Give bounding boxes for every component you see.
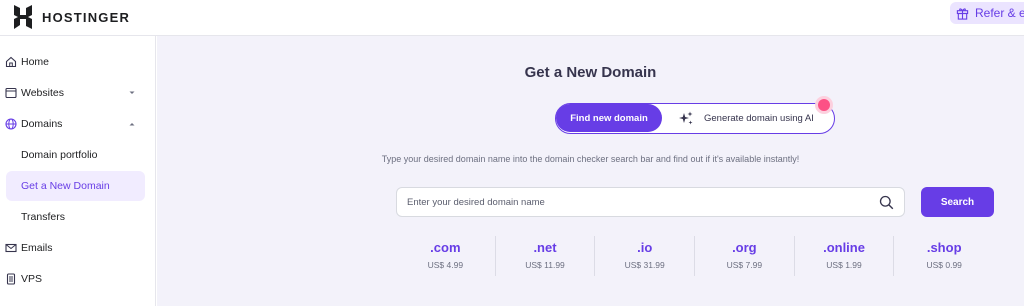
tld-price: US$ 31.99 <box>624 260 665 270</box>
sidebar-item-label: Emails <box>21 242 53 254</box>
tld-name: .online <box>823 240 865 255</box>
sidebar-item-label: Transfers <box>21 211 65 223</box>
gift-icon <box>956 7 969 20</box>
sidebar-item-label: Websites <box>21 87 64 99</box>
tld-price: US$ 1.99 <box>826 260 862 270</box>
sidebar-item-domain-portfolio[interactable]: Domain portfolio <box>0 140 150 170</box>
domain-search-input[interactable] <box>397 188 867 216</box>
mail-icon <box>5 243 17 253</box>
notification-dot <box>818 99 830 111</box>
tld-item[interactable]: .shop US$ 0.99 <box>894 236 994 276</box>
generate-domain-ai-label: Generate domain using AI <box>704 112 814 124</box>
find-new-domain-tab[interactable]: Find new domain <box>556 104 662 132</box>
brand-name: HOSTINGER <box>42 9 131 25</box>
hostinger-logo-icon <box>14 5 32 29</box>
globe-icon <box>5 118 17 130</box>
sidebar-item-emails[interactable]: Emails <box>0 233 150 263</box>
sidebar-item-label: Domains <box>21 118 63 130</box>
top-bar: HOSTINGER Refer & earn <box>0 0 1024 36</box>
tld-item[interactable]: .org US$ 7.99 <box>695 236 795 276</box>
sidebar-item-transfers[interactable]: Transfers <box>0 202 150 232</box>
sidebar-item-home[interactable]: Home <box>0 47 150 77</box>
tld-item[interactable]: .net US$ 11.99 <box>496 236 596 276</box>
tld-item[interactable]: .com US$ 4.99 <box>396 236 496 276</box>
tld-price: US$ 0.99 <box>926 260 962 270</box>
sidebar-item-domains[interactable]: Domains <box>0 109 150 139</box>
search-icon[interactable] <box>879 195 894 210</box>
page-title: Get a New Domain <box>524 64 657 81</box>
sidebar-item-get-new-domain[interactable]: Get a New Domain <box>6 171 145 201</box>
page-subtitle: Type your desired domain name into the d… <box>381 154 800 164</box>
tld-price: US$ 7.99 <box>726 260 763 270</box>
chevron-up-icon <box>129 123 135 126</box>
refer-and-earn-button[interactable]: Refer & earn <box>950 2 1024 24</box>
tld-name: .org <box>732 240 757 255</box>
sparkles-icon <box>679 111 693 125</box>
sidebar-item-label: Domain portfolio <box>21 149 98 161</box>
hostinger-logo[interactable]: HOSTINGER <box>12 5 130 29</box>
sidebar: Home Websites Domains Domain portfolio G… <box>0 36 156 306</box>
tld-price: US$ 4.99 <box>427 260 464 270</box>
generate-domain-ai-tab[interactable]: Generate domain using AI <box>678 104 814 132</box>
sidebar-item-websites[interactable]: Websites <box>0 78 150 108</box>
domain-mode-toggle: Find new domain Generate domain using AI <box>555 103 835 134</box>
tld-name: .io <box>637 240 653 255</box>
tld-item[interactable]: .io US$ 31.99 <box>595 236 696 276</box>
refer-label: Refer & earn <box>975 6 1024 20</box>
tld-name: .shop <box>926 240 962 255</box>
tld-item[interactable]: .online US$ 1.99 <box>795 236 895 276</box>
tld-price-list: .com US$ 4.99 .net US$ 11.99 .io US$ 31.… <box>396 236 994 276</box>
sidebar-item-vps[interactable]: VPS <box>0 264 150 294</box>
main-content: Get a New Domain Find new domain Generat… <box>157 36 1024 306</box>
browser-window-icon <box>5 87 17 99</box>
tld-name: .com <box>430 240 461 255</box>
server-icon <box>6 273 16 285</box>
sidebar-item-label: VPS <box>21 273 43 285</box>
chevron-down-icon <box>129 91 135 94</box>
tld-price: US$ 11.99 <box>525 260 565 270</box>
tld-name: .net <box>533 240 557 255</box>
search-button[interactable]: Search <box>921 187 994 217</box>
domain-search-box <box>396 187 905 217</box>
home-icon <box>5 56 17 68</box>
sidebar-item-label: Get a New Domain <box>21 180 110 192</box>
sidebar-item-label: Home <box>21 56 50 68</box>
